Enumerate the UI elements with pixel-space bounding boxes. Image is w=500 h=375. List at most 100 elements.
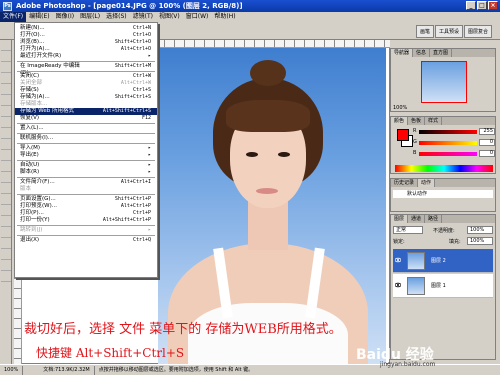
tab-histogram[interactable]: 直方图 — [430, 49, 453, 57]
menu-item-shortcut: ▸ — [147, 152, 151, 158]
opacity-field[interactable]: 100% — [467, 226, 493, 234]
file-menu-item[interactable]: 存储为(A)... Shift+Ctrl+S — [15, 94, 157, 101]
menu-item-shortcut: ▸ — [147, 145, 151, 151]
file-menu-item[interactable]: 关闭(C) Ctrl+W — [15, 73, 157, 80]
tool-button[interactable] — [1, 52, 11, 62]
file-menu-item[interactable]: 打印一份(Y) Alt+Shift+Ctrl+P — [15, 217, 157, 224]
minimize-button[interactable]: _ — [466, 1, 476, 10]
tab-history[interactable]: 历史记录 — [391, 179, 419, 187]
tab-tool-presets[interactable]: 工具预设 — [434, 25, 463, 38]
menu-item[interactable]: 滤镜(T) — [130, 12, 156, 22]
foreground-color-swatch[interactable] — [397, 129, 409, 141]
file-menu-item[interactable]: 存储(S) Ctrl+S — [15, 87, 157, 94]
menu-item-shortcut: Ctrl+P — [132, 210, 151, 216]
channel-b-value[interactable]: 0 — [479, 150, 495, 157]
file-menu-item[interactable]: 恢复(V) F12 — [15, 115, 157, 122]
tool-button[interactable] — [1, 239, 11, 249]
eye-icon[interactable] — [395, 282, 401, 288]
file-menu-item[interactable]: 联机服务(I)... — [15, 135, 157, 142]
image-canvas[interactable] — [158, 48, 386, 364]
tool-button[interactable] — [1, 74, 11, 84]
menu-item[interactable]: 选择(S) — [103, 12, 130, 22]
options-tab-group: 画笔 工具预设 图层复合 — [415, 25, 492, 38]
tab-actions[interactable]: 动作 — [418, 179, 436, 187]
channel-r-value[interactable]: 255 — [479, 128, 495, 135]
tool-button[interactable] — [1, 107, 11, 117]
tool-button[interactable] — [1, 41, 11, 51]
file-menu-item[interactable]: 最近打开文件(R) ▸ — [15, 53, 157, 60]
tab-brushes[interactable]: 画笔 — [415, 25, 434, 38]
tool-button[interactable] — [1, 162, 11, 172]
eye-icon[interactable] — [395, 257, 401, 263]
layer-row[interactable]: 图层 2 — [393, 249, 493, 273]
tool-button[interactable] — [1, 206, 11, 216]
tool-button[interactable] — [1, 118, 11, 128]
layer-row[interactable]: 图层 1 — [393, 274, 493, 298]
file-menu-item[interactable]: 新建(N)... Ctrl+N — [15, 25, 157, 32]
channel-r-slider[interactable] — [419, 130, 477, 134]
channel-g-slider[interactable] — [419, 141, 477, 145]
file-menu-item[interactable]: 浏览(B)... Shift+Ctrl+O — [15, 39, 157, 46]
tool-button[interactable] — [1, 140, 11, 150]
tool-button[interactable] — [1, 195, 11, 205]
color-spectrum-bar[interactable] — [395, 165, 493, 172]
baidu-watermark-url: jingyan.baidu.com — [380, 361, 436, 368]
tool-button[interactable] — [1, 261, 11, 271]
file-menu-item[interactable]: 打印(P)... Ctrl+P — [15, 210, 157, 217]
file-menu-item[interactable]: 退出(X) Ctrl+Q — [15, 237, 157, 244]
file-menu-item[interactable]: 在 ImageReady 中编辑(D) Shift+Ctrl+M — [15, 63, 157, 76]
file-menu-item[interactable]: 导出(E) ▸ — [15, 152, 157, 159]
menu-item[interactable]: 编辑(E) — [26, 12, 52, 22]
tool-button[interactable] — [1, 272, 11, 282]
menu-item-label: 退出(X) — [20, 237, 40, 243]
tool-button[interactable] — [1, 63, 11, 73]
menu-item-shortcut — [87, 135, 157, 142]
menu-item[interactable]: 图层(L) — [77, 12, 103, 22]
tab-layers[interactable]: 图层 — [391, 215, 409, 223]
tool-button[interactable] — [1, 85, 11, 95]
tool-button[interactable] — [1, 228, 11, 238]
menu-item[interactable]: 帮助(H) — [211, 12, 238, 22]
tab-layer-comps[interactable]: 图层复合 — [463, 25, 492, 38]
tab-navigator[interactable]: 导航器 — [391, 49, 414, 57]
tab-styles[interactable]: 样式 — [425, 117, 443, 125]
file-menu-item[interactable]: 文件简介(F)... Alt+Ctrl+I — [15, 179, 157, 186]
tool-button[interactable] — [1, 129, 11, 139]
tab-info[interactable]: 信息 — [413, 49, 431, 57]
close-button[interactable]: × — [488, 1, 498, 10]
file-menu-item[interactable]: 打印预览(W)... Alt+Ctrl+P — [15, 203, 157, 210]
menu-item[interactable]: 窗口(W) — [183, 12, 212, 22]
file-menu-item[interactable]: 页面设置(G)... Shift+Ctrl+P — [15, 196, 157, 203]
blend-mode-select[interactable]: 正常 — [393, 226, 423, 234]
tool-button[interactable] — [1, 184, 11, 194]
file-menu-item[interactable]: 置入(L)... — [15, 125, 157, 132]
file-menu-item[interactable]: 脚本(R) ▸ — [15, 169, 157, 176]
tab-channels[interactable]: 通道 — [408, 215, 426, 223]
file-menu-item[interactable]: 自动(U) ▸ — [15, 162, 157, 169]
status-zoom[interactable]: 100% — [0, 365, 24, 375]
navigator-thumbnail[interactable] — [421, 61, 467, 103]
menu-item[interactable]: 视图(V) — [156, 12, 183, 22]
file-menu-item[interactable]: 打开为(A)... Alt+Ctrl+O — [15, 46, 157, 53]
menu-item[interactable]: 文件(F) — [0, 12, 27, 22]
tool-button[interactable] — [1, 217, 11, 227]
file-menu-item[interactable]: 导入(M) ▸ — [15, 145, 157, 152]
file-menu-item[interactable]: 打开(O)... Ctrl+O — [15, 32, 157, 39]
navigator-zoom[interactable]: 100% — [393, 105, 407, 111]
channel-g-value[interactable]: 0 — [479, 139, 495, 146]
default-actions-row[interactable]: 默认动作 — [393, 190, 493, 198]
menu-item[interactable]: 图像(I) — [53, 12, 77, 22]
fill-field[interactable]: 100% — [467, 237, 493, 245]
tab-swatches[interactable]: 色板 — [408, 117, 426, 125]
tab-color[interactable]: 颜色 — [391, 117, 409, 125]
maximize-button[interactable]: □ — [477, 1, 487, 10]
tool-button[interactable] — [1, 96, 11, 106]
menu-item-label: 联机服务(I)... — [20, 135, 54, 141]
tab-paths[interactable]: 路径 — [425, 215, 443, 223]
menu-item-save-for-web[interactable]: 存储为 Web 所用格式(W)... Alt+Shift+Ctrl+S — [15, 108, 157, 121]
tool-button[interactable] — [1, 173, 11, 183]
channel-b-slider[interactable] — [419, 152, 477, 156]
tool-button[interactable] — [1, 151, 11, 161]
tool-button[interactable] — [1, 250, 11, 260]
menu-item-label: 置入(L)... — [20, 125, 44, 131]
